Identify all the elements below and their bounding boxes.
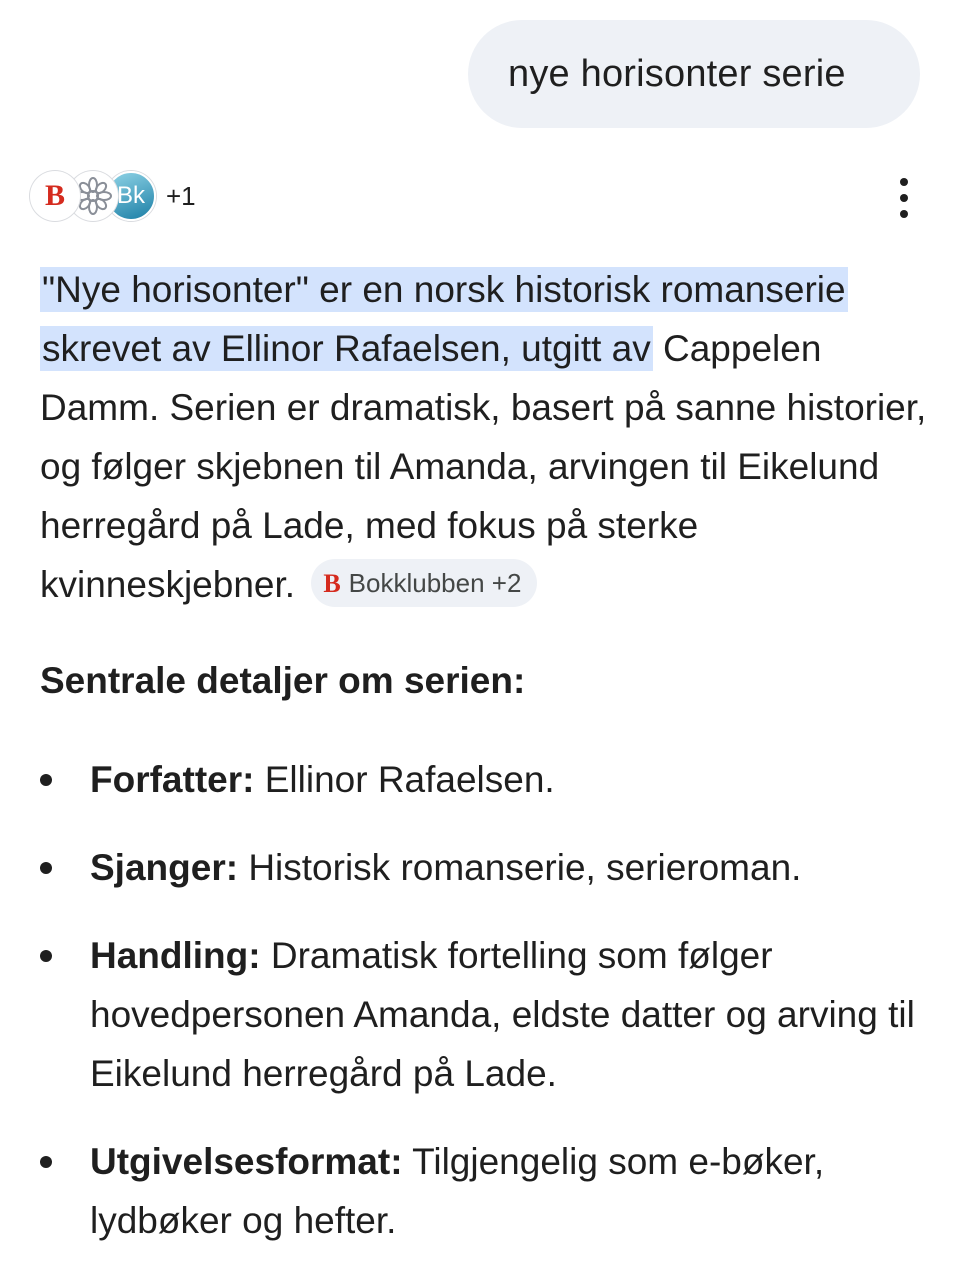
item-label: Sjanger: (90, 847, 239, 888)
bokklubben-chip-icon: B (323, 568, 341, 598)
bullet (40, 862, 52, 874)
list-item: Forfatter: Ellinor Rafaelsen. (40, 750, 920, 809)
source-chip[interactable]: B Bokklubben +2 (311, 559, 538, 608)
bk-mark: Bk (116, 182, 145, 209)
dot (900, 210, 908, 218)
user-query-text: nye horisonter serie (508, 52, 846, 95)
chat-page: nye horisonter serie B Bk +1 "Nye horiso… (0, 0, 960, 1276)
bullet (40, 774, 52, 786)
bokklubben-logo-icon[interactable]: B (30, 171, 80, 221)
item-label: Utgivelsesformat: (90, 1141, 403, 1182)
bokklubben-mark: B (44, 179, 65, 212)
source-chip-label: Bokklubben +2 (348, 567, 522, 598)
bullet (40, 1156, 52, 1168)
list-item: Utgivelsesformat: Tilgjengelig som e-bøk… (40, 1132, 920, 1250)
dot (900, 194, 908, 202)
dot (900, 178, 908, 186)
list-item: Handling: Dramatisk fortelling som følge… (40, 926, 920, 1103)
list-item: Sjanger: Historisk romanserie, serieroma… (40, 838, 920, 897)
details-heading: Sentrale detaljer om serien: (40, 660, 526, 701)
sources-row[interactable]: B Bk +1 (30, 170, 196, 222)
bullet (40, 950, 52, 962)
more-options-icon[interactable] (892, 178, 916, 218)
item-label: Handling: (90, 935, 261, 976)
details-list: Forfatter: Ellinor Rafaelsen. Sjanger: H… (40, 750, 920, 1250)
item-text: Ellinor Rafaelsen. (254, 759, 555, 800)
extra-sources-count[interactable]: +1 (166, 181, 196, 212)
item-label: Forfatter: (90, 759, 255, 800)
item-text: Historisk romanserie, serieroman. (238, 847, 802, 888)
answer-paragraph: "Nye horisonter" er en norsk historisk r… (40, 260, 930, 614)
user-query-bubble[interactable]: nye horisonter serie (468, 20, 920, 128)
